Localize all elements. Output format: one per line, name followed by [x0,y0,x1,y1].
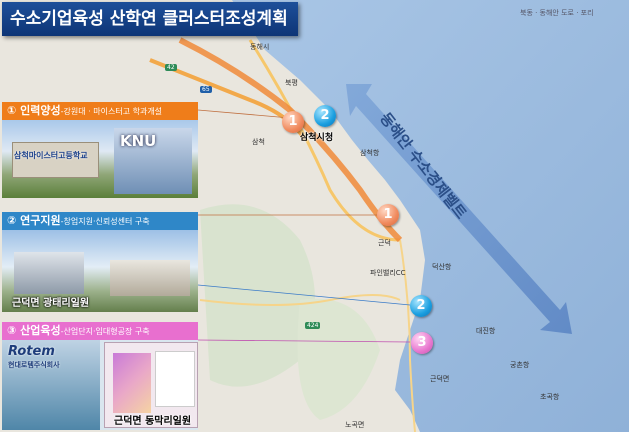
section-1-num: ① [7,104,17,117]
section-3-subtitle: -산업단지·임대형공장 구축 [60,327,150,336]
road-badge-65: 65 [200,86,212,93]
marker-2-south[interactable]: 2 [410,295,432,317]
label-city-hall: 삼척시청 [300,133,334,143]
section-1-caption-left: 삼척마이스터고등학교 [14,151,88,160]
marker-1-south[interactable]: 1 [377,204,399,226]
label-donghae: 동해시 [250,43,270,51]
section-3-title: 산업육성 [20,324,61,337]
label-pine-cc: 파인밸리CC [370,269,406,277]
road-badge-42: 42 [165,64,177,71]
section-2-bar: ② 연구지원-창업지원·신뢰성센터 구축 [2,212,198,230]
section-2: ② 연구지원-창업지원·신뢰성센터 구축 근덕면 광태리일원 [2,212,198,312]
section-1-title: 인력양성 [20,104,61,117]
marker-2-north[interactable]: 2 [314,105,336,127]
marker-1-north[interactable]: 1 [282,111,304,133]
marker-3[interactable]: 3 [411,332,433,354]
label-geundeok: 근덕 [378,239,391,247]
section-2-num: ② [7,214,17,227]
section-3-num: ③ [7,324,17,337]
section-1: ① 인력양성-강원대 · 마이스터고 학과개설 삼척마이스터고등학교 KNU [2,102,198,198]
road-badge-424: 424 [305,322,321,329]
section-1-photo: 삼척마이스터고등학교 KNU [2,120,198,198]
section-2-caption: 근덕면 광태리일원 [12,298,90,309]
label-gungchon: 궁촌항 [510,361,530,369]
label-samcheok-port: 삼척항 [360,149,380,157]
section-1-bar: ① 인력양성-강원대 · 마이스터고 학과개설 [2,102,198,120]
label-chogok: 초곡항 [540,393,560,401]
site-plan-zones [113,353,151,413]
section-3: ③ 산업육성-산업단지·임대형공장 구축 Rotem 현대로템주식회사 근덕면 … [2,322,198,430]
sea-road-label: 북동 · 동해안 도로 · 포리 [520,9,594,17]
site-plan-legend [155,351,195,407]
label-bukpyeong: 북평 [285,79,298,87]
section-2-photo: 근덕면 광태리일원 [2,230,198,312]
page-title: 수소기업육성 산학연 클러스터조성계획 [2,2,298,36]
label-deoksan: 덕산항 [432,263,452,271]
label-samcheok: 삼척 [252,138,265,146]
section-3-brand: Rotem [8,344,55,359]
section-3-brand-sub: 현대로템주식회사 [8,361,60,369]
section-3-bar: ③ 산업육성-산업단지·임대형공장 구축 [2,322,198,340]
map-stage: 수소기업육성 산학연 클러스터조성계획 북동 · 동해안 도로 · 포리 동해시… [0,0,629,432]
section-1-caption-right: KNU [120,132,157,150]
research-building-1 [14,252,84,294]
label-nogok: 노곡면 [345,421,365,429]
label-geundeok-myeon: 근덕면 [430,375,450,383]
section-1-subtitle: -강원대 · 마이스터고 학과개설 [60,107,163,116]
section-3-photo: Rotem 현대로템주식회사 근덕면 동막리일원 [2,340,198,430]
section-2-subtitle: -창업지원·신뢰성센터 구축 [60,217,150,226]
research-building-2 [110,260,190,296]
section-3-caption: 근덕면 동막리일원 [114,416,192,427]
label-daejin: 대진항 [476,327,496,335]
section-2-title: 연구지원 [20,214,61,227]
